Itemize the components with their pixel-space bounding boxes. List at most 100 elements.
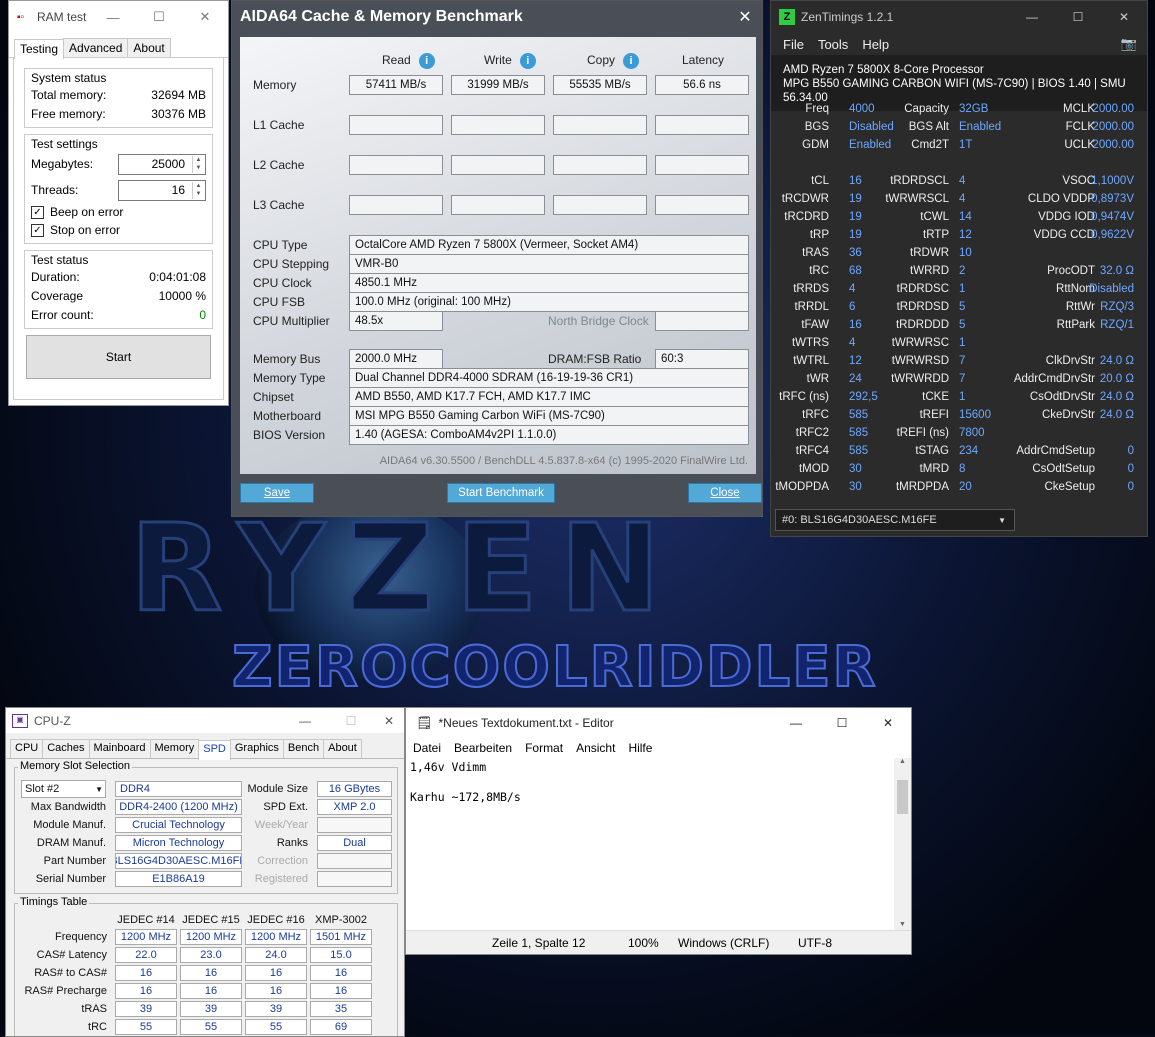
cpuz-app-icon: ▣ — [12, 713, 28, 728]
save-button[interactable]: Save — [240, 483, 314, 503]
timing-row: tWR 24 tWRWRDD 7 AddrCmdDrvStr 20.0 Ω — [771, 371, 1147, 389]
module-select[interactable]: #0: BLS16G4D30AESC.M16FE ▼ — [775, 509, 1015, 531]
maximize-icon[interactable]: ☐ — [1055, 10, 1101, 24]
close-button[interactable]: Close — [688, 483, 762, 503]
aida-footer: AIDA64 v6.30.5500 / BenchDLL 4.5.837.8-x… — [379, 455, 748, 467]
tab-spd[interactable]: SPD — [198, 740, 231, 760]
info-value: 16 GBytes — [317, 781, 392, 797]
slot-select[interactable]: Slot #2 ▼ — [21, 780, 106, 798]
info-value — [317, 817, 392, 833]
scroll-down-icon[interactable]: ▼ — [894, 921, 911, 928]
text-area[interactable]: 1,46v Vdimm Karhu ~172,8MB/s — [410, 760, 521, 805]
beep-checkbox[interactable]: ✓ Beep on error — [31, 203, 206, 221]
close-icon[interactable]: ✕ — [1101, 10, 1147, 24]
total-memory-label: Total memory: — [31, 87, 107, 102]
minimize-icon[interactable]: — — [90, 10, 136, 25]
timing-value: 69 — [310, 1019, 372, 1035]
menu-file[interactable]: File — [783, 37, 804, 52]
menu-bearbeiten[interactable]: Bearbeiten — [454, 741, 512, 755]
title-bar[interactable]: ▪▫ RAM test — ☐ ✕ — [9, 1, 228, 33]
maximize-icon[interactable]: ☐ — [819, 716, 865, 730]
timing-row: tRFC4 585 tSTAG 234 AddrCmdSetup 0 — [771, 443, 1147, 461]
cpu-name: AMD Ryzen 7 5800X 8-Core Processor — [783, 64, 984, 76]
coverage-label: Coverage — [31, 288, 84, 303]
tab-bench[interactable]: Bench — [282, 739, 325, 758]
close-icon[interactable]: ✕ — [865, 716, 911, 730]
timing-value: 32.0 Ω — [1099, 265, 1134, 277]
chipset-value: AMD B550, AMD K17.7 FCH, AMD K17.7 IMC — [349, 387, 749, 407]
cpu-fsb-value: 100.0 MHz (original: 100 MHz) — [349, 292, 749, 312]
tab-cpu[interactable]: CPU — [10, 739, 44, 758]
title-bar[interactable]: AIDA64 Cache & Memory Benchmark ✕ — [232, 1, 762, 33]
info-icon[interactable]: i — [418, 53, 435, 69]
timing-label: RttNom — [1056, 283, 1095, 295]
timing-label: tWTRL — [793, 355, 829, 367]
timing-value: 0,8973V — [1091, 193, 1134, 205]
title-bar[interactable]: Z ZenTimings 1.2.1 — ☐ ✕ — [771, 1, 1147, 33]
timing-label: CkeDrvStr — [1041, 409, 1095, 421]
megabytes-input[interactable]: 25000 ▲ ▼ — [118, 153, 206, 175]
motherboard-label: Motherboard — [253, 409, 322, 423]
tab-caches[interactable]: Caches — [42, 739, 90, 758]
threads-value: 16 — [171, 183, 185, 197]
menu-ansicht[interactable]: Ansicht — [576, 741, 615, 755]
scrollbar-thumb[interactable] — [897, 780, 908, 814]
timing-value: 39 — [180, 1001, 242, 1017]
tab-mainboard[interactable]: Mainboard — [88, 739, 151, 758]
start-button[interactable]: Start — [26, 335, 211, 379]
group-label: Test status — [31, 253, 89, 267]
timing-row: tRFC (ns) 292,5 tCKE 1 CsOdtDrvStr 24.0 Ω — [771, 389, 1147, 407]
info-icon[interactable]: i — [519, 53, 536, 69]
camera-icon[interactable]: 📷 — [1121, 36, 1137, 52]
test-status-group: Test status Duration: 0:04:01:08 Coverage… — [24, 250, 213, 329]
timing-label: CkeSetup — [1044, 481, 1095, 493]
timing-label: tRC — [809, 265, 829, 277]
timing-label: tCL — [811, 175, 829, 187]
menu-hilfe[interactable]: Hilfe — [628, 741, 652, 755]
minimize-icon[interactable]: — — [1009, 10, 1055, 24]
spinner-icon[interactable]: ▲ ▼ — [192, 181, 204, 199]
tab-about[interactable]: About — [127, 38, 171, 57]
info-label: Max Bandwidth — [30, 801, 106, 813]
threads-input[interactable]: 16 ▲ ▼ — [118, 179, 206, 201]
minimize-icon[interactable]: — — [773, 716, 819, 730]
aida64-window: AIDA64 Cache & Memory Benchmark ✕ Read i … — [231, 0, 763, 517]
close-icon[interactable]: ✕ — [728, 7, 762, 27]
maximize-icon[interactable]: ☐ — [136, 9, 182, 25]
start-benchmark-button[interactable]: Start Benchmark — [447, 483, 555, 503]
menu-format[interactable]: Format — [525, 741, 563, 755]
minimize-icon[interactable]: — — [282, 714, 328, 728]
timing-value: 0 — [1127, 481, 1134, 493]
tab-about[interactable]: About — [323, 739, 362, 758]
close-icon[interactable]: ✕ — [374, 714, 404, 728]
group-label: System status — [31, 71, 107, 85]
menu-datei[interactable]: Datei — [413, 741, 441, 755]
menu-help[interactable]: Help — [862, 37, 889, 52]
tab-testing[interactable]: Testing — [14, 39, 65, 59]
timing-row: tRCDRD 19 tCWL 14 VDDG IOD 0,9474V — [771, 209, 1147, 227]
timing-label: tMRDPDA — [895, 481, 949, 493]
stop-checkbox[interactable]: ✓ Stop on error — [31, 221, 206, 239]
info-icon[interactable]: i — [623, 53, 640, 69]
vertical-scrollbar[interactable]: ▲ ▼ — [894, 758, 911, 930]
tab-advanced[interactable]: Advanced — [63, 38, 129, 57]
scroll-up-icon[interactable]: ▲ — [894, 758, 911, 765]
col-latency: Latency — [682, 53, 725, 67]
timing-row: tMOD 30 tMRD 8 CsOdtSetup 0 — [771, 461, 1147, 479]
nb-clock-label: North Bridge Clock — [548, 314, 649, 328]
info-value: Micron Technology — [115, 835, 242, 851]
timing-value: 0 — [1127, 445, 1134, 457]
info-label: SPD Ext. — [263, 801, 308, 813]
timing-label: tREFI — [919, 409, 949, 421]
tab-memory[interactable]: Memory — [149, 739, 200, 758]
menu-tools[interactable]: Tools — [818, 37, 848, 52]
tab-graphics[interactable]: Graphics — [229, 739, 284, 758]
zen-app-icon: Z — [779, 9, 795, 25]
timing-row: tMODPDA 30 tMRDPDA 20 CkeSetup 0 — [771, 479, 1147, 497]
title-bar[interactable]: 🗒 *Neues Textdokument.txt - Editor — ☐ ✕ — [406, 708, 911, 738]
megabytes-value: 25000 — [151, 157, 185, 171]
close-icon[interactable]: ✕ — [182, 9, 228, 25]
l2-write — [451, 155, 545, 175]
title-bar[interactable]: ▣ CPU-Z — ☐ ✕ — [6, 708, 404, 733]
spinner-icon[interactable]: ▲ ▼ — [192, 155, 204, 173]
